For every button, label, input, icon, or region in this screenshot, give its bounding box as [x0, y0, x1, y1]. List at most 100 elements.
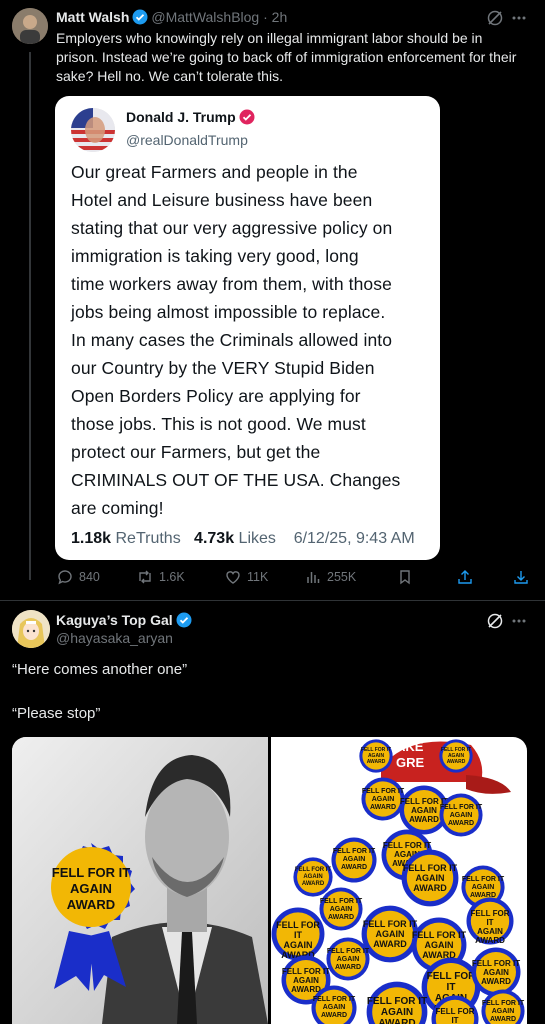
- award-badge: FELL FOR ITAGAINAWARD: [311, 985, 357, 1024]
- reply-button[interactable]: 840: [56, 568, 100, 586]
- share-icon: [458, 570, 472, 584]
- award-badge-text: FELL FOR ITAGAINAWARD: [326, 948, 370, 971]
- award-badge-text: FELL FOR ITAGAINAWARD: [411, 930, 467, 960]
- reply-count: 840: [79, 570, 100, 584]
- author-handle[interactable]: @hayasaka_aryan: [56, 630, 173, 646]
- quoted-text-line: protect our Farmers, but get the: [71, 442, 321, 462]
- award-badge-text: FELL FOR ITAGAINAWARD: [402, 863, 458, 893]
- award-text-line: AGAIN: [70, 881, 112, 896]
- post-time[interactable]: · 2h: [263, 9, 287, 25]
- award-badge: FELL FOR ITAGAINAWARD: [431, 995, 479, 1024]
- award-badge: FELL FOR ITAGAINAWARD: [271, 907, 325, 961]
- meme-image-left[interactable]: FELL FOR IT AGAIN AWARD: [12, 737, 268, 1024]
- award-badge-text: FELL FOR ITAGAINAWARD: [312, 996, 356, 1019]
- quoted-text-line: Our great Farmers and people in the: [71, 162, 358, 182]
- more-options-icon[interactable]: [510, 612, 528, 635]
- avatar-donald-trump: [71, 108, 115, 152]
- heart-icon: [226, 571, 240, 584]
- award-badge: FELL FOR ITAGAINAWARD: [439, 739, 473, 773]
- likes-label: Likes: [238, 530, 276, 547]
- award-badge: FELL FOR ITAGAINAWARD: [331, 837, 377, 883]
- bookmark-icon: [400, 570, 410, 585]
- award-badge: FELL FOR ITAGAINAWARD: [439, 793, 483, 837]
- award-badge-text: FELL FOR ITAGAINAWARD: [440, 747, 472, 765]
- award-badge-text: FELL FOR ITAGAINAWARD: [294, 867, 332, 887]
- thread-line: [29, 52, 31, 580]
- award-badge-text: FELL FOR ITAGAINAWARD: [471, 959, 521, 986]
- award-badge-text: FELL FOR ITAGAINAWARD: [276, 920, 320, 960]
- award-badge-text: FELL FOR ITAGAINAWARD: [439, 804, 483, 827]
- quoted-text-line: our Country by the VERY Stupid Biden: [71, 358, 375, 378]
- quoted-text-line: immigration is taking very good, long: [71, 246, 359, 266]
- verified-badge-icon: [239, 109, 255, 128]
- award-badge: FELL FOR ITAGAINAWARD: [466, 897, 514, 945]
- quoted-text-line: Hotel and Leisure business have been: [71, 190, 373, 210]
- likes-count: 4.73k: [194, 530, 235, 547]
- bookmark-button[interactable]: [396, 568, 414, 586]
- award-badge: FELL FOR ITAGAINAWARD: [326, 937, 370, 981]
- download-icon: [514, 571, 528, 584]
- post1-action-bar: 840 1.6K 11K 255K: [56, 568, 536, 590]
- post1-header: Matt Walsh @MattWalshBlog · 2h: [56, 9, 287, 28]
- share-button[interactable]: [456, 568, 474, 586]
- retruths-label: ReTruths: [115, 530, 181, 547]
- quoted-author-name-text: Donald J. Trump: [126, 109, 236, 125]
- award-badge-text: FELL FOR ITAGAINAWARD: [319, 898, 363, 921]
- award-badge: FELL FOR ITAGAINAWARD: [366, 981, 428, 1024]
- views-icon: [307, 572, 320, 583]
- award-badge-pile: FELL FOR IT AGAIN AWARD FELL FOR IT AGAIN AWA…: [271, 737, 527, 1024]
- post2-text-line2: “Please stop”: [12, 705, 101, 722]
- avatar-matt-walsh[interactable]: [12, 8, 48, 44]
- quoted-timestamp: 6/12/25, 9:43 AM: [293, 530, 415, 547]
- quoted-post-image[interactable]: Donald J. Trump @realDonaldTrump Our gre…: [55, 96, 440, 560]
- quoted-text-line: In many cases the Criminals allowed into: [71, 330, 393, 350]
- quoted-post-text: Our great Farmers and people in the Hote…: [71, 158, 431, 522]
- award-badge: FELL FOR ITAGAINAWARD: [359, 739, 393, 773]
- quoted-text-line: time workers away from them, with those: [71, 274, 392, 294]
- views-button[interactable]: 255K: [304, 568, 356, 586]
- post2-text-line1: “Here comes another one”: [12, 661, 188, 678]
- award-text-line: FELL FOR IT: [51, 865, 131, 880]
- like-button[interactable]: 11K: [224, 568, 268, 586]
- avatar-kaguyas-top-gal[interactable]: [12, 610, 50, 648]
- post2-header: Kaguya’s Top Gal: [56, 612, 195, 631]
- quoted-post-stats: 1.18k ReTruths 4.73k Likes 6/12/25, 9:43…: [71, 530, 415, 548]
- post1-text-line: prison. Instead we’re going to back off …: [56, 49, 517, 65]
- quoted-text-line: stating that our very aggressive policy …: [71, 218, 393, 238]
- retruths-count: 1.18k: [71, 530, 112, 547]
- repost-icon: [139, 570, 151, 584]
- award-badge-text: FELL FOR ITAGAINAWARD: [435, 1007, 475, 1024]
- award-badge-text: FELL FOR ITAGAINAWARD: [470, 909, 510, 945]
- post1-text-line: sake? Hell no. We can’t tolerate this.: [56, 68, 283, 84]
- views-count: 255K: [327, 570, 357, 584]
- award-badge-text: FELL FOR ITAGAINAWARD: [366, 996, 428, 1024]
- award-badge-text: FELL FOR ITAGAINAWARD: [360, 747, 392, 765]
- post1-text: Employers who knowingly rely on illegal …: [56, 29, 538, 86]
- post-divider: [0, 600, 545, 601]
- quoted-text-line: are coming!: [71, 498, 164, 518]
- author-name[interactable]: Matt Walsh: [56, 9, 129, 25]
- quoted-author-handle: @realDonaldTrump: [126, 132, 248, 148]
- verified-badge-icon: [132, 9, 148, 28]
- award-badge: FELL FOR ITAGAINAWARD: [401, 849, 459, 907]
- like-count: 11K: [247, 570, 269, 584]
- meme-image-right[interactable]: AKE GRE FELL FOR IT AGAIN AWARD FELL FOR IT…: [271, 737, 527, 1024]
- quoted-text-line: jobs being almost impossible to replace.: [71, 302, 386, 322]
- award-badge-text: FELL FOR ITAGAINAWARD: [481, 1000, 525, 1023]
- quoted-text-line: Open Borders Policy are applying for: [71, 386, 361, 406]
- quoted-text-line: those jobs. This is not good. We must: [71, 414, 366, 434]
- download-button[interactable]: [512, 568, 530, 586]
- award-text-line: AWARD: [66, 897, 116, 912]
- quoted-author-name: Donald J. Trump: [126, 109, 258, 128]
- grok-icon[interactable]: [486, 612, 504, 635]
- author-handle[interactable]: @MattWalshBlog: [151, 9, 259, 25]
- award-badge-left: FELL FOR IT AGAIN AWARD: [34, 841, 148, 991]
- post2-media[interactable]: FELL FOR IT AGAIN AWARD AKE GRE FELL FOR…: [12, 737, 527, 1024]
- verified-badge-icon: [176, 612, 192, 631]
- post1-text-line: Employers who knowingly rely on illegal …: [56, 30, 483, 46]
- award-badge-text: FELL FOR ITAGAINAWARD: [332, 848, 376, 871]
- repost-button[interactable]: 1.6K: [136, 568, 185, 586]
- author-name[interactable]: Kaguya’s Top Gal: [56, 612, 173, 628]
- award-badge: FELL FOR ITAGAINAWARD: [481, 989, 525, 1024]
- reply-icon: [58, 570, 72, 585]
